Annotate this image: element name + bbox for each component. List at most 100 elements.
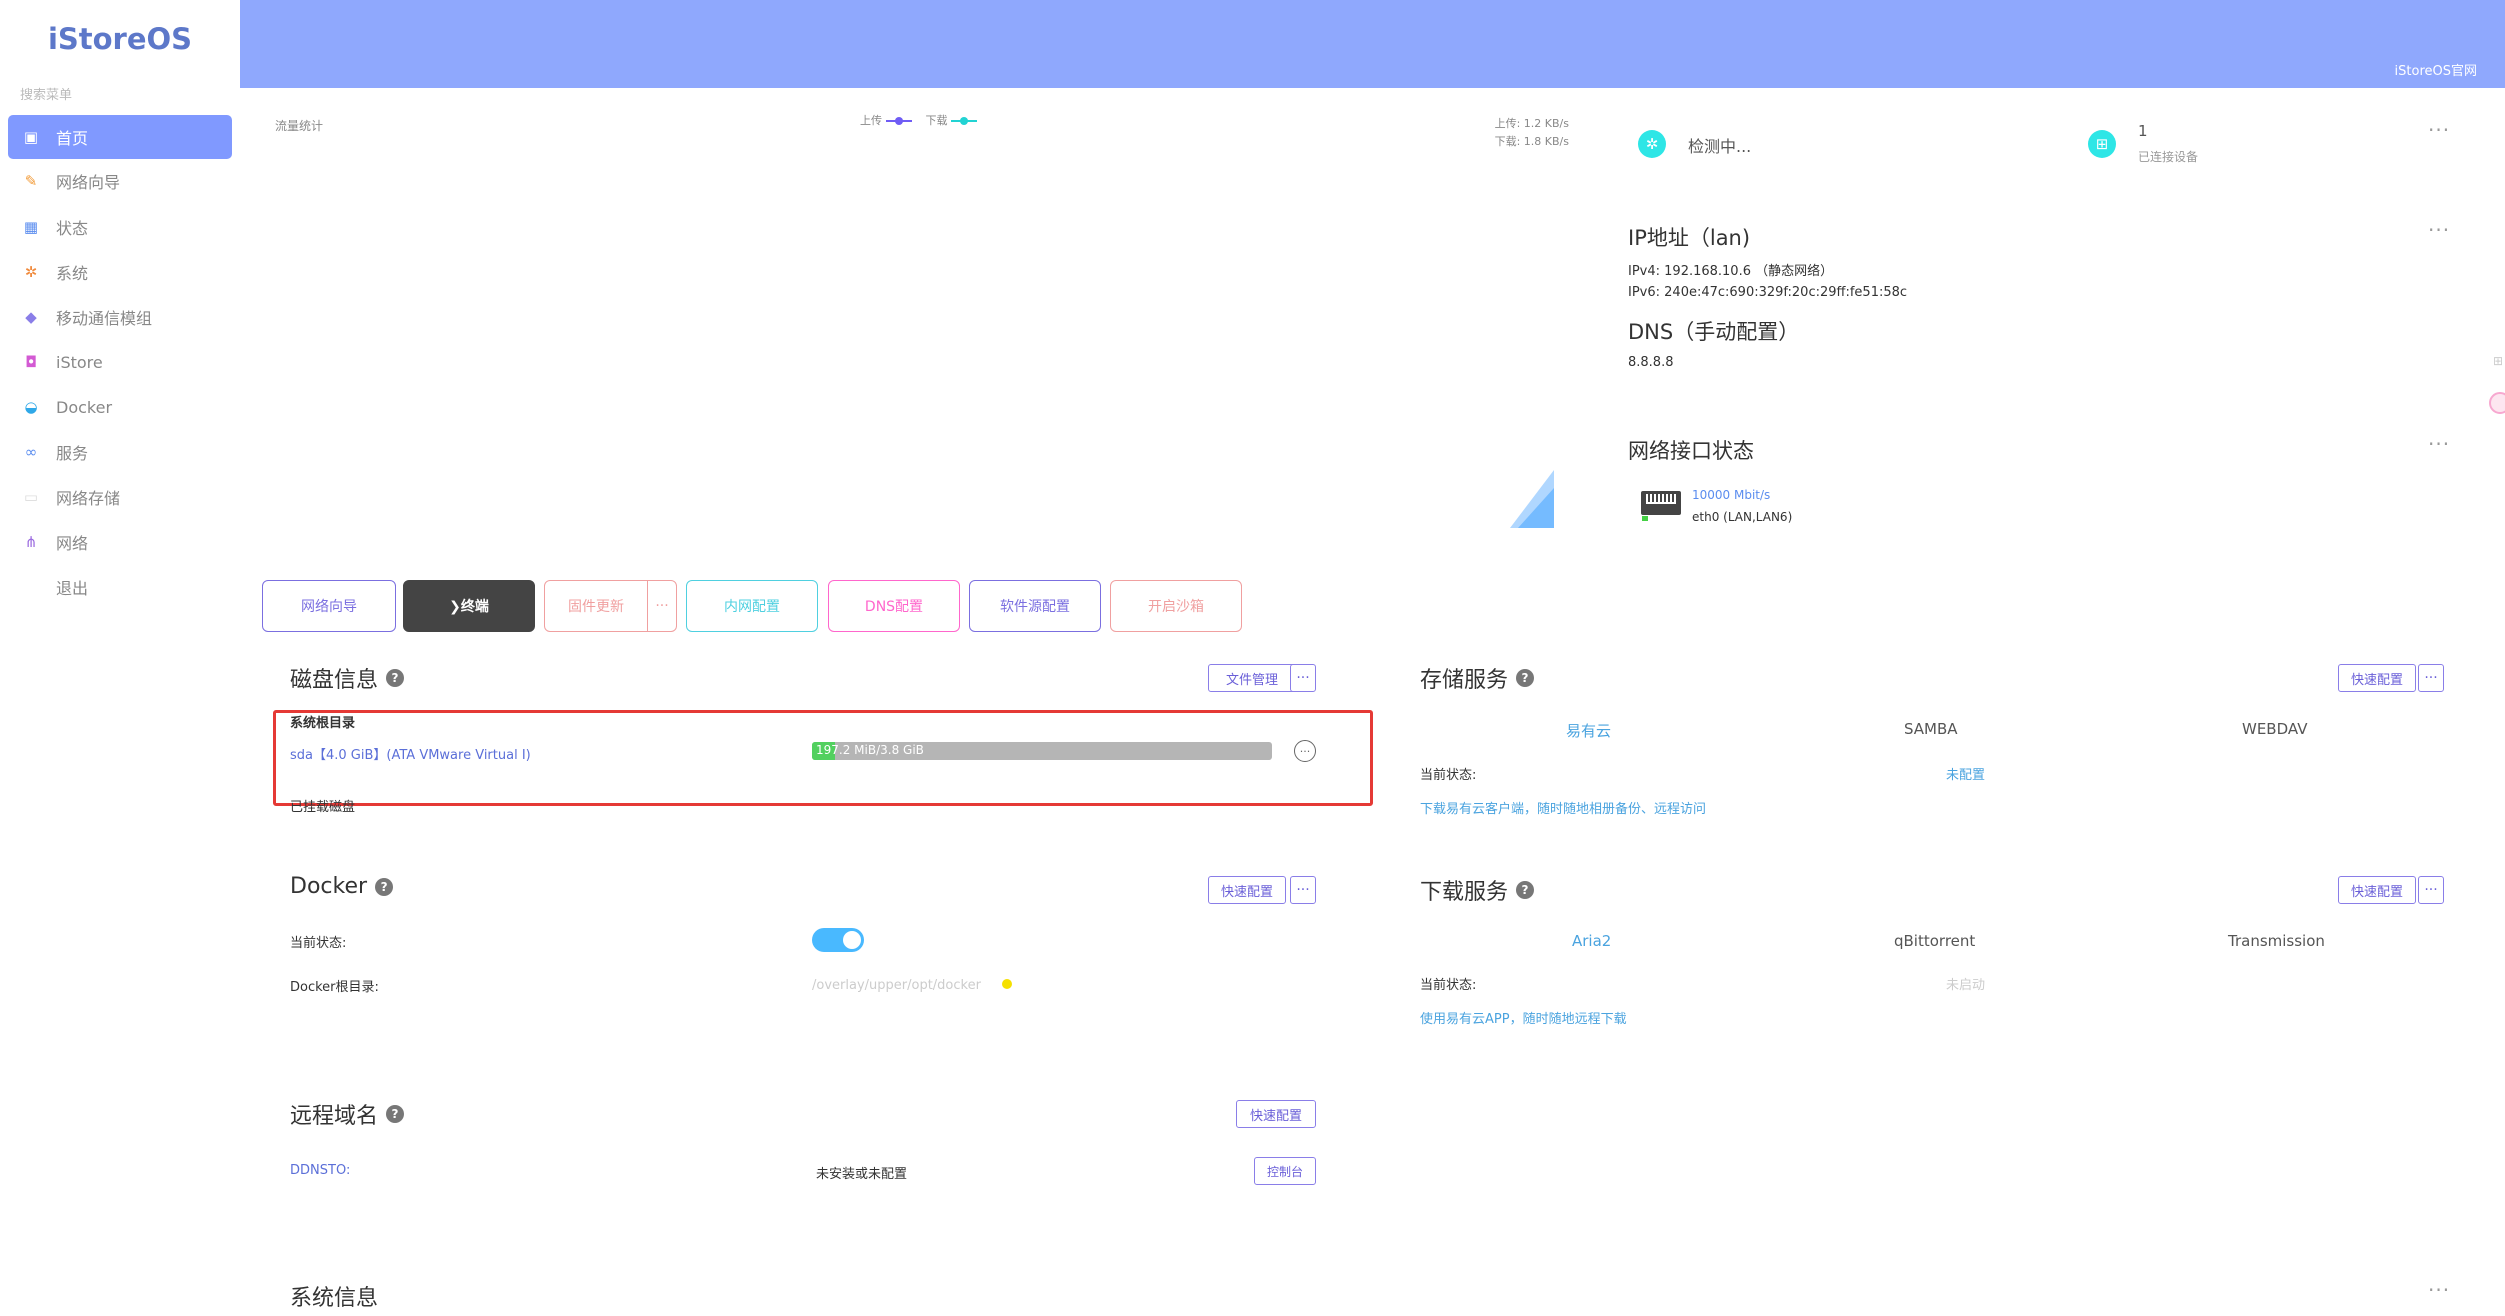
help-icon[interactable]: ? — [386, 669, 405, 687]
download-title-text: 下载服务 — [1420, 880, 1509, 905]
iface-more-button[interactable]: ··· — [2428, 432, 2450, 456]
sidebar-item-wizard[interactable]: ✎ 网络向导 — [8, 159, 232, 203]
sidebar-item-network[interactable]: ⋔ 网络 — [8, 520, 232, 564]
download-tab-qbittorrent[interactable]: qBittorrent — [1894, 932, 1975, 950]
docker-toggle[interactable] — [812, 928, 864, 952]
docker-root-value: /overlay/upper/opt/docker — [812, 978, 981, 993]
quick-btn-feeds[interactable]: 软件源配置 — [969, 580, 1101, 632]
storage-state-value[interactable]: 未配置 — [1946, 764, 1985, 783]
sidebar-item-docker[interactable]: ◒ Docker — [8, 385, 232, 429]
sidebar-item-label: 系统 — [56, 264, 89, 283]
home-icon: ▣ — [23, 128, 39, 146]
devices-label: 已连接设备 — [2138, 150, 2199, 164]
help-icon[interactable]: ? — [386, 1105, 405, 1123]
storage-title-text: 存储服务 — [1420, 668, 1509, 693]
sidebar-item-label: 网络存储 — [56, 489, 121, 508]
ipv4-text: IPv4: 192.168.10.6 （静态网络） — [1628, 264, 1834, 279]
disk-title-text: 磁盘信息 — [290, 668, 379, 693]
quick-btn-firmware[interactable]: 固件更新 — [544, 580, 648, 632]
sidebar-item-logout[interactable]: 退出 — [8, 565, 232, 609]
quick-btn-dns[interactable]: DNS配置 — [828, 580, 960, 632]
dns-value: 8.8.8.8 — [1628, 355, 1674, 370]
help-icon[interactable]: ? — [1516, 669, 1535, 687]
storage-quick-config-button[interactable]: 快速配置 — [2338, 664, 2416, 692]
help-icon[interactable]: ? — [375, 877, 394, 896]
legend-up-label: 上传 — [860, 114, 882, 127]
dashboard-icon: ▦ — [23, 218, 39, 236]
download-state-label: 当前状态: — [1420, 978, 1477, 993]
sidebar-item-istore[interactable]: ◘ iStore — [8, 340, 232, 384]
sidebar-item-services[interactable]: ∞ 服务 — [8, 430, 232, 474]
store-icon: ◘ — [25, 353, 37, 371]
ddnsto-label: DDNSTO: — [290, 1163, 351, 1178]
floating-side-widget[interactable]: ⊞ — [2489, 340, 2505, 430]
sidebar-item-modem[interactable]: ◆ 移动通信模组 — [8, 295, 232, 339]
download-rate: 下载: 1.8 KB/s — [1494, 135, 1569, 148]
ipv6-text: IPv6: 240e:47c:690:329f:20c:29ff:fe51:58… — [1628, 285, 1908, 300]
download-tab-transmission[interactable]: Transmission — [2228, 932, 2325, 950]
ddns-section-title: 远程域名 ? — [290, 1098, 405, 1130]
official-site-link[interactable]: iStoreOS官网 — [2395, 60, 2477, 79]
sidebar-item-nas[interactable]: ▭ 网络存储 — [8, 475, 232, 519]
storage-tab-samba[interactable]: SAMBA — [1904, 720, 1958, 738]
storage-more-button[interactable]: ··· — [2418, 664, 2444, 692]
cube-icon: ◆ — [25, 308, 37, 326]
disk-section-title: 磁盘信息 ? — [290, 662, 405, 694]
sidebar-item-label: 退出 — [56, 579, 89, 598]
link-icon: ∞ — [24, 443, 38, 461]
download-quick-config-button[interactable]: 快速配置 — [2338, 876, 2416, 904]
storage-tab-webdav[interactable]: WEBDAV — [2242, 720, 2307, 738]
firmware-more-button[interactable]: ··· — [647, 580, 677, 632]
quick-btn-sandbox[interactable]: 开启沙箱 — [1110, 580, 1242, 632]
download-tip-link[interactable]: 使用易有云APP，随时随地远程下载 — [1420, 1008, 1627, 1027]
traffic-title: 流量统计 — [275, 119, 324, 133]
iface-name: eth0 (LAN,LAN6) — [1692, 510, 1793, 524]
docker-more-button[interactable]: ··· — [1290, 876, 1316, 904]
side-assistant-icon[interactable] — [2489, 392, 2505, 414]
docker-state-label: 当前状态: — [290, 936, 347, 951]
docker-quick-config-button[interactable]: 快速配置 — [1208, 876, 1286, 904]
file-manager-button[interactable]: 文件管理 — [1208, 664, 1296, 692]
sysinfo-more-button[interactable]: ··· — [2428, 1278, 2450, 1302]
ethernet-port-icon[interactable] — [1640, 488, 1682, 522]
status-more-button[interactable]: ··· — [2428, 118, 2450, 142]
download-section-title: 下载服务 ? — [1420, 874, 1535, 906]
storage-icon: ▭ — [23, 488, 39, 506]
side-grid-icon[interactable]: ⊞ — [2493, 354, 2503, 368]
disk-more-button[interactable]: ··· — [1290, 664, 1316, 692]
dns-title: DNS（手动配置） — [1628, 320, 1800, 344]
sidebar-item-system[interactable]: ✲ 系统 — [8, 250, 232, 294]
ddns-quick-config-button[interactable]: 快速配置 — [1236, 1100, 1316, 1128]
sidebar-item-home[interactable]: ▣ 首页 — [8, 115, 232, 159]
traffic-legend[interactable]: 上传 下载 — [860, 112, 977, 128]
sidebar-item-label: iStore — [56, 352, 103, 372]
docker-section-title: Docker ? — [290, 874, 394, 899]
mounted-disks-label: 已挂载磁盘 — [290, 800, 356, 815]
menu-search-hint[interactable]: 搜索菜单 — [20, 84, 72, 103]
highlight-box — [273, 710, 1373, 806]
iface-speed: 10000 Mbit/s — [1692, 488, 1771, 502]
ddns-console-button[interactable]: 控制台 — [1254, 1157, 1316, 1185]
devices-count: 1 — [2138, 122, 2148, 140]
sidebar: iStoreOS 搜索菜单 ▣ 首页 ✎ 网络向导 ▦ 状态 ✲ 系统 ◆ 移动… — [0, 0, 240, 1316]
ip-title: IP地址（lan) — [1628, 226, 1751, 250]
quick-btn-lan[interactable]: 内网配置 — [686, 580, 818, 632]
quick-btn-wizard[interactable]: 网络向导 — [262, 580, 396, 632]
storage-tip-link[interactable]: 下载易有云客户端，随时随地相册备份、远程访问 — [1420, 798, 1706, 817]
quick-btn-terminal[interactable]: ❯终端 — [403, 580, 535, 632]
download-more-button[interactable]: ··· — [2418, 876, 2444, 904]
ddns-title-text: 远程域名 — [290, 1104, 379, 1129]
ip-more-button[interactable]: ··· — [2428, 218, 2450, 242]
devices-icon: ⊞ — [2088, 130, 2116, 158]
docker-status-dot — [1002, 979, 1012, 989]
legend-down-label: 下载 — [925, 114, 948, 127]
app-logo[interactable]: iStoreOS — [0, 22, 240, 56]
legend-down-marker — [951, 117, 977, 125]
upload-rate: 上传: 1.2 KB/s — [1494, 117, 1569, 130]
storage-tab-yiyouyun[interactable]: 易有云 — [1566, 720, 1611, 741]
traffic-rates: 上传: 1.2 KB/s 下载: 1.8 KB/s — [1495, 115, 1569, 151]
sidebar-item-label: 服务 — [56, 444, 89, 463]
sidebar-item-status[interactable]: ▦ 状态 — [8, 205, 232, 249]
download-tab-aria2[interactable]: Aria2 — [1572, 932, 1611, 950]
help-icon[interactable]: ? — [1516, 881, 1535, 899]
